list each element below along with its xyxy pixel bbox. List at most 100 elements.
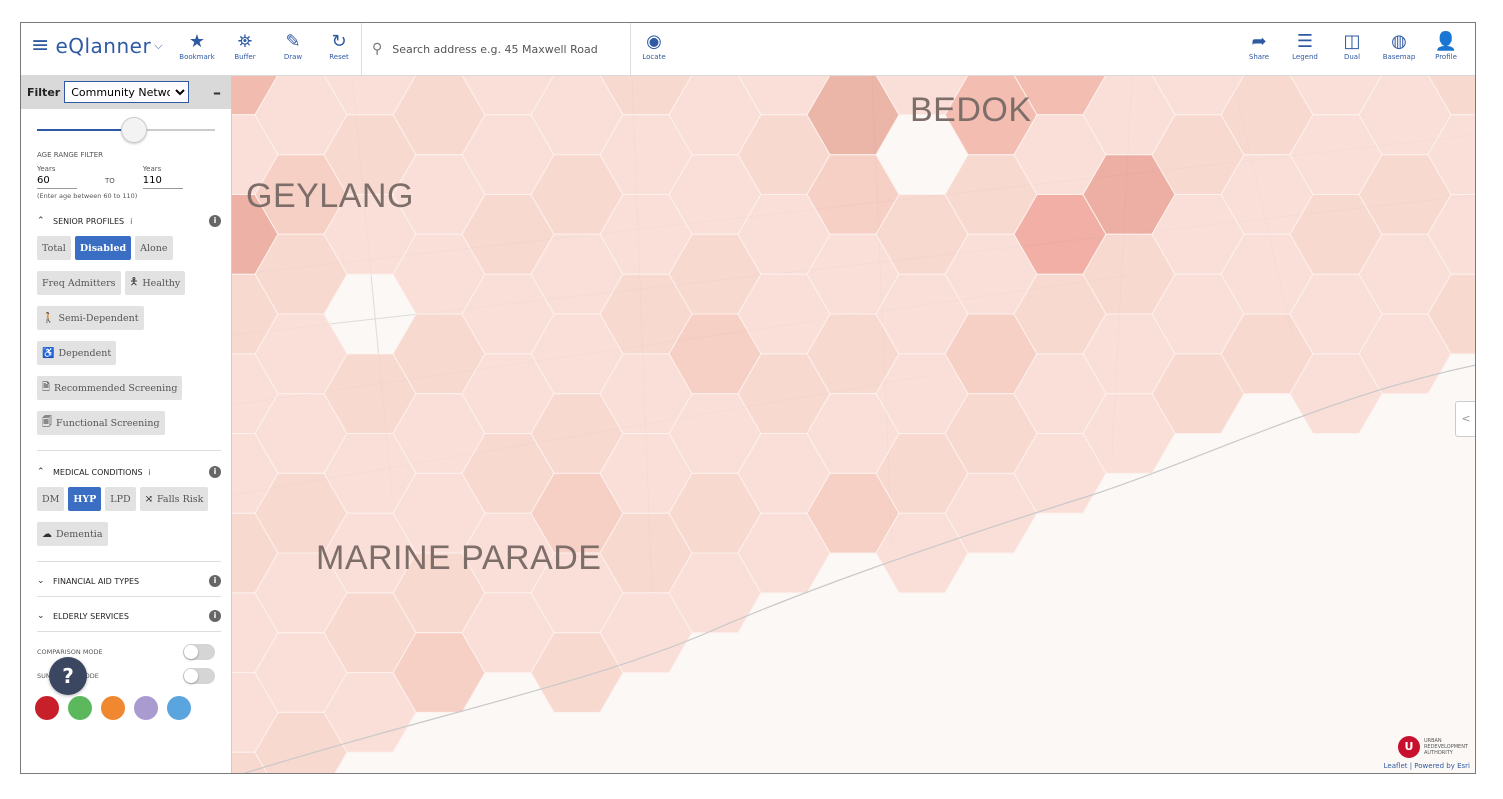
- draw-label: Draw: [283, 53, 303, 61]
- dual-button[interactable]: ◫ Dual: [1334, 32, 1370, 62]
- elderly-services-header[interactable]: ⌄ ELDERLY SERVICES i: [37, 605, 221, 627]
- walking-icon: 🚶: [42, 312, 55, 324]
- color-swatches: [21, 696, 231, 720]
- share-button[interactable]: ➦ Share: [1241, 32, 1277, 62]
- user-icon: 👤: [1434, 31, 1458, 52]
- functional-screening-button[interactable]: 🗐 Functional Screening: [37, 411, 165, 435]
- alone-button[interactable]: Alone: [135, 236, 173, 260]
- slider-fill: [37, 129, 133, 131]
- map-view[interactable]: GEYLANG BEDOK MARINE PARADE < U Urban Re…: [232, 75, 1475, 773]
- map-attribution[interactable]: Leaflet | Powered by Esri: [1384, 762, 1470, 770]
- recommended-screening-label: Recommended Screening: [54, 382, 178, 394]
- falls-risk-button[interactable]: ⤨ Falls Risk: [139, 487, 209, 511]
- reset-button[interactable]: ↻ Reset: [321, 32, 357, 62]
- swatch-blue[interactable]: [167, 696, 191, 720]
- falls-risk-label: Falls Risk: [156, 493, 204, 505]
- profile-button[interactable]: 👤 Profile: [1428, 32, 1464, 62]
- globe-icon: ◍: [1391, 31, 1407, 52]
- elderly-services-title: ELDERLY SERVICES: [53, 611, 129, 621]
- age-to-input[interactable]: [142, 173, 183, 189]
- recommended-screening-button[interactable]: 🗎 Recommended Screening: [37, 376, 183, 400]
- buffer-icon: ⛯: [237, 31, 253, 52]
- ura-text: Urban Redevelopment Authority: [1424, 738, 1468, 756]
- age-slider[interactable]: [37, 115, 215, 145]
- dual-label: Dual: [1343, 53, 1361, 61]
- ura-mark: U: [1397, 736, 1420, 758]
- search-input[interactable]: [390, 41, 615, 57]
- help-button[interactable]: ?: [49, 657, 87, 695]
- filter-select[interactable]: Community Network: [64, 81, 190, 103]
- info-icon[interactable]: i: [209, 575, 221, 587]
- senior-profile-buttons: Total Disabled Alone Freq Admitters 🯅 Hea…: [37, 236, 221, 446]
- age-range-title: AGE RANGE FILTER: [37, 151, 104, 159]
- semi-dependent-label: Semi-Dependent: [58, 312, 139, 324]
- slider-handle[interactable]: [121, 117, 147, 143]
- from-years-label: Years: [37, 165, 56, 173]
- chevron-up-icon[interactable]: ⌃: [37, 216, 53, 226]
- divider: [37, 596, 221, 597]
- search-icon[interactable]: ⚲: [372, 41, 382, 57]
- bookmark-button[interactable]: ★ Bookmark: [179, 32, 215, 62]
- ura-logo: U Urban Redevelopment Authority: [1397, 736, 1468, 758]
- semi-dependent-button[interactable]: 🚶 Semi-Dependent: [37, 306, 144, 330]
- total-button[interactable]: Total: [37, 236, 71, 260]
- healthy-person-icon: 🯅: [129, 276, 139, 288]
- buffer-button[interactable]: ⛯ Buffer: [227, 32, 263, 62]
- info-icon[interactable]: i: [209, 215, 221, 227]
- divider: [37, 450, 221, 451]
- app-logo[interactable]: eQlanner: [55, 34, 151, 58]
- dm-button[interactable]: DM: [37, 487, 65, 511]
- disabled-button[interactable]: Disabled: [74, 236, 132, 260]
- swatch-orange[interactable]: [101, 696, 125, 720]
- senior-profiles-section: ⌃ SENIOR PROFILES i i Total Disabled Alo…: [21, 210, 231, 446]
- hyp-button[interactable]: HYP: [68, 487, 102, 511]
- brand: ≡ eQlanner ⌵: [31, 33, 163, 59]
- info-icon[interactable]: i: [209, 466, 221, 478]
- info-icon[interactable]: i: [209, 610, 221, 622]
- menu-icon[interactable]: ≡: [31, 33, 49, 59]
- divider: [37, 631, 221, 632]
- locate-button[interactable]: ◉ Locate: [636, 32, 672, 62]
- legend-button[interactable]: ☰ Legend: [1287, 32, 1323, 62]
- financial-aid-header[interactable]: ⌄ FINANCIAL AID TYPES i: [37, 570, 221, 592]
- to-label: TO: [105, 177, 115, 185]
- locate-icon: ◉: [646, 31, 662, 52]
- summation-mode-toggle[interactable]: [183, 668, 215, 684]
- draw-button[interactable]: ✎ Draw: [275, 32, 311, 62]
- medical-conditions-header[interactable]: ⌃ MEDICAL CONDITIONS i i: [37, 461, 221, 483]
- swatch-green[interactable]: [68, 696, 92, 720]
- lpd-button[interactable]: LPD: [105, 487, 136, 511]
- comparison-mode-row: COMPARISON MODE: [21, 640, 231, 664]
- top-toolbar: ≡ eQlanner ⌵ ★ Bookmark ⛯ Buffer ✎ Draw …: [21, 23, 1475, 76]
- comparison-mode-label: COMPARISON MODE: [37, 648, 103, 656]
- to-years-label: Years: [142, 165, 162, 173]
- freq-admitters-label: Freq Admitters: [42, 277, 116, 289]
- basemap-label: Basemap: [1382, 53, 1416, 61]
- collapse-panel-icon[interactable]: –: [213, 83, 221, 102]
- refresh-icon: ↻: [331, 31, 347, 52]
- dementia-button[interactable]: ☁ Dementia: [37, 522, 108, 546]
- list-icon: ☰: [1296, 31, 1314, 52]
- chevron-down-icon[interactable]: ⌄: [37, 576, 53, 586]
- map-label-bedok: BEDOK: [910, 91, 1032, 129]
- chevron-down-icon[interactable]: ⌵: [154, 39, 162, 53]
- expand-panel-tab[interactable]: <: [1455, 401, 1475, 437]
- healthy-button[interactable]: 🯅 Healthy: [124, 271, 186, 295]
- comparison-mode-toggle[interactable]: [183, 644, 215, 660]
- chevron-up-icon[interactable]: ⌃: [37, 467, 53, 477]
- hex-grid: [232, 75, 1475, 773]
- pencil-icon: ✎: [285, 31, 301, 52]
- profile-label: Profile: [1435, 53, 1457, 61]
- dependent-label: Dependent: [58, 347, 112, 359]
- buffer-label: Buffer: [234, 53, 256, 61]
- dependent-button[interactable]: ♿ Dependent: [37, 341, 117, 365]
- chevron-down-icon[interactable]: ⌄: [37, 611, 53, 621]
- basemap-button[interactable]: ◍ Basemap: [1381, 32, 1417, 62]
- senior-profiles-header[interactable]: ⌃ SENIOR PROFILES i i: [37, 210, 221, 232]
- senior-profiles-title: SENIOR PROFILES: [53, 216, 125, 226]
- elderly-services-section: ⌄ ELDERLY SERVICES i: [21, 605, 231, 627]
- freq-admitters-button[interactable]: Freq Admitters: [37, 271, 121, 295]
- swatch-red[interactable]: [35, 696, 59, 720]
- age-from-input[interactable]: [37, 173, 77, 189]
- swatch-purple[interactable]: [134, 696, 158, 720]
